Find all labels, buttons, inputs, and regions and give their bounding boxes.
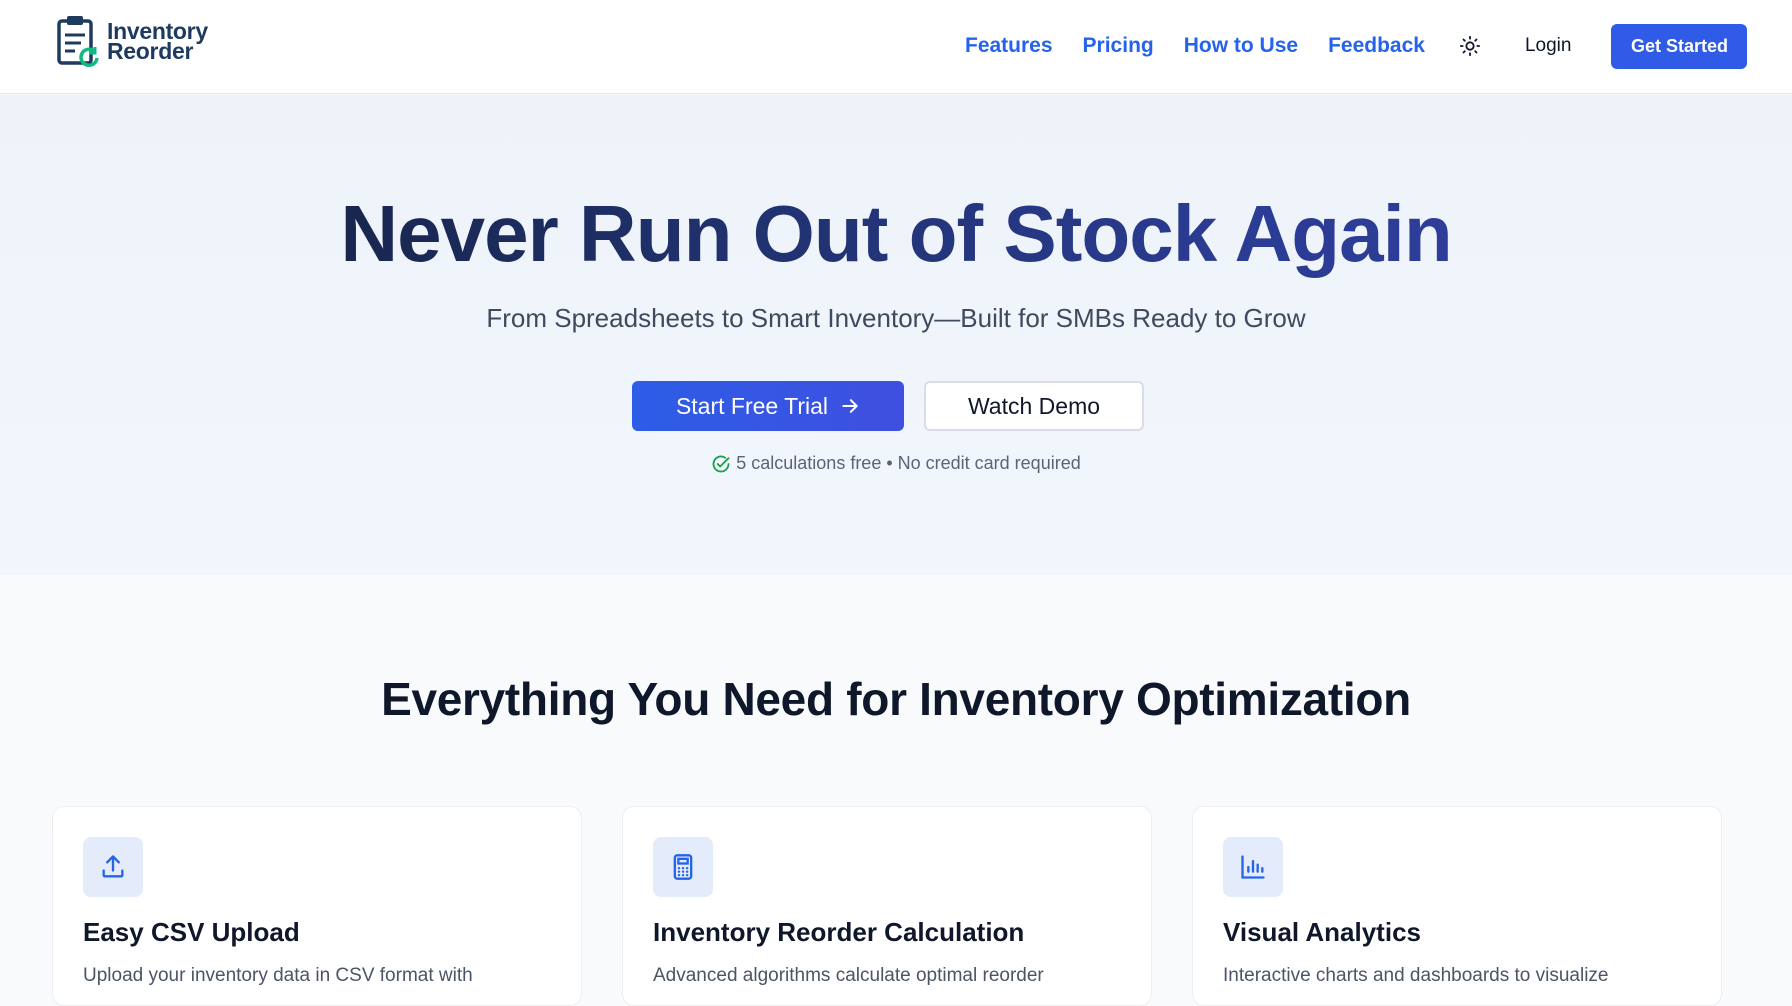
brand-name: Inventory Reorder bbox=[107, 20, 208, 64]
features-heading: Everything You Need for Inventory Optimi… bbox=[381, 673, 1411, 725]
sun-icon bbox=[1459, 35, 1481, 57]
feature-description: Advanced algorithms calculate optimal re… bbox=[653, 965, 1044, 986]
get-started-button[interactable]: Get Started bbox=[1611, 23, 1748, 69]
brand-name-line2: Reorder bbox=[107, 38, 194, 64]
feature-description: Upload your inventory data in CSV format… bbox=[83, 965, 473, 986]
feature-description: Interactive charts and dashboards to vis… bbox=[1223, 965, 1609, 986]
nav-link-feedback[interactable]: Feedback bbox=[1328, 34, 1425, 58]
feature-icon-box bbox=[83, 837, 143, 897]
feature-title: Easy CSV Upload bbox=[83, 917, 300, 947]
login-link[interactable]: Login bbox=[1525, 35, 1572, 57]
nav-link-how-to-use[interactable]: How to Use bbox=[1184, 34, 1298, 58]
feature-title: Inventory Reorder Calculation bbox=[653, 917, 1025, 947]
hero-section: Never Run Out of Stock Again From Spread… bbox=[0, 95, 1792, 575]
start-free-trial-button[interactable]: Start Free Trial bbox=[632, 381, 904, 431]
hero-note: 5 calculations free • No credit card req… bbox=[0, 453, 1792, 474]
main-nav: Features Pricing How to Use Feedback Log… bbox=[965, 23, 1748, 69]
hero-title: Never Run Out of Stock Again bbox=[0, 188, 1792, 280]
watch-demo-button[interactable]: Watch Demo bbox=[924, 381, 1144, 431]
feature-icon-box bbox=[1223, 837, 1283, 897]
clipboard-logo-icon bbox=[57, 16, 99, 68]
bar-chart-icon bbox=[1241, 855, 1265, 879]
upload-icon bbox=[102, 855, 124, 878]
hero-note-text: 5 calculations free • No credit card req… bbox=[736, 453, 1081, 473]
calculator-icon bbox=[673, 854, 693, 880]
nav-link-features[interactable]: Features bbox=[965, 34, 1053, 58]
site-header: Inventory Reorder Features Pricing How t… bbox=[0, 0, 1792, 94]
nav-link-pricing[interactable]: Pricing bbox=[1083, 34, 1154, 58]
hero-subtitle: From Spreadsheets to Smart Inventory—Bui… bbox=[486, 303, 1306, 333]
theme-toggle-button[interactable] bbox=[1447, 23, 1493, 69]
start-free-trial-label: Start Free Trial bbox=[675, 392, 829, 419]
feature-card-csv-upload: Easy CSV Upload Upload your inventory da… bbox=[52, 806, 582, 1006]
feature-icon-box bbox=[653, 837, 713, 897]
check-circle-icon bbox=[712, 455, 730, 472]
feature-card-visual-analytics: Visual Analytics Interactive charts and … bbox=[1192, 806, 1722, 1006]
feature-title: Visual Analytics bbox=[1223, 917, 1421, 947]
brand-logo[interactable]: Inventory Reorder bbox=[55, 13, 208, 69]
feature-card-reorder-calculation: Inventory Reorder Calculation Advanced a… bbox=[622, 806, 1152, 1006]
hero-actions: Start Free Trial Watch Demo bbox=[0, 381, 1792, 431]
arrow-right-icon bbox=[842, 399, 858, 413]
